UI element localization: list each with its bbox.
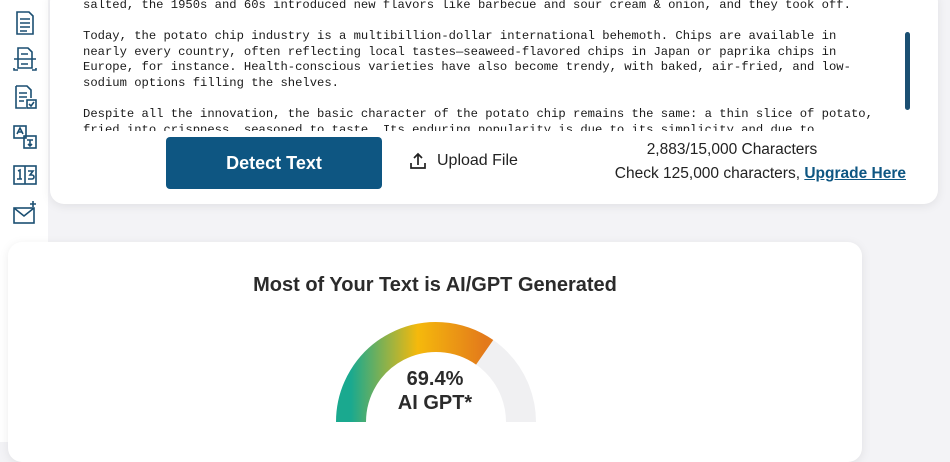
result-title: Most of Your Text is AI/GPT Generated: [253, 274, 617, 296]
document-list-icon[interactable]: [12, 10, 38, 36]
result-card: Most of Your Text is AI/GPT Generated 69…: [8, 242, 862, 462]
ai-percentage: 69.4%: [406, 368, 464, 390]
word-count-icon[interactable]: [12, 162, 38, 188]
editor-paragraph: Despite all the innovation, the basic ch…: [83, 107, 873, 131]
translate-icon[interactable]: [12, 124, 38, 150]
editor-paragraph: salted, the 1950s and 60s introduced new…: [83, 0, 851, 12]
upload-file-button[interactable]: Upload File: [408, 148, 518, 174]
upload-file-label: Upload File: [437, 152, 518, 169]
upload-icon: [410, 152, 426, 169]
editor-card: salted, the 1950s and 60s introduced new…: [50, 0, 938, 204]
document-scan-icon[interactable]: [12, 46, 38, 72]
ai-gpt-label: AI GPT*: [397, 392, 473, 414]
upgrade-prefix: Check 125,000 characters,: [614, 165, 805, 182]
text-editor[interactable]: salted, the 1950s and 60s introduced new…: [83, 0, 883, 131]
detect-text-button[interactable]: Detect Text: [166, 137, 382, 189]
character-count: 2,883/15,000 Characters: [646, 141, 818, 158]
upgrade-line: Check 125,000 characters, Upgrade Here: [615, 165, 906, 183]
mail-sparkle-icon[interactable]: [12, 200, 38, 226]
editor-paragraph: Today, the potato chip industry is a mul…: [83, 29, 851, 90]
document-check-icon[interactable]: [12, 84, 38, 110]
upgrade-link[interactable]: Upgrade Here: [804, 165, 906, 182]
editor-scrollbar[interactable]: [905, 32, 910, 110]
